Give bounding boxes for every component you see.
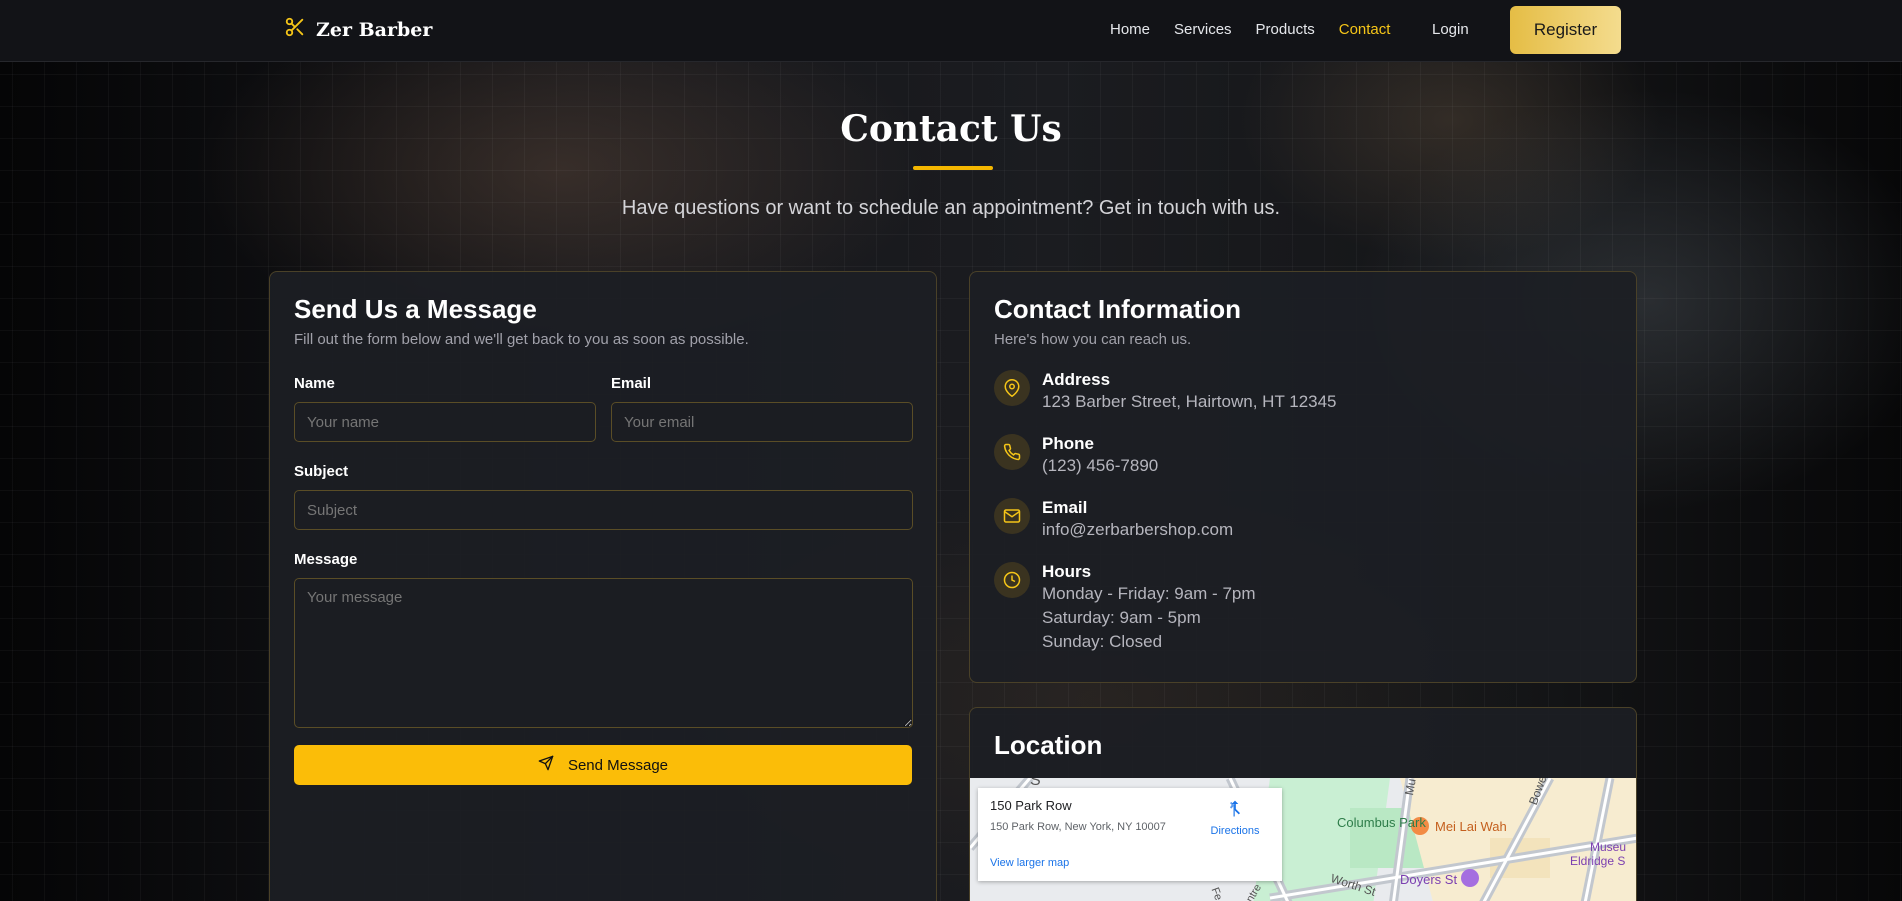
mail-icon	[994, 498, 1030, 534]
map-place-address: 150 Park Row, New York, NY 10007	[990, 821, 1166, 833]
clock-icon	[994, 562, 1030, 598]
map-label-eldridge: Eldridge S	[1570, 854, 1626, 868]
email-label: Email	[611, 375, 652, 392]
form-subtitle: Fill out the form below and we'll get ba…	[294, 331, 749, 348]
info-item-email: Email info@zerbarbershop.com	[994, 498, 1233, 542]
subject-input[interactable]	[294, 490, 913, 530]
map-info-popup: 150 Park Row 150 Park Row, New York, NY …	[978, 788, 1282, 881]
email-value[interactable]: info@zerbarbershop.com	[1042, 518, 1233, 542]
page-subtitle: Have questions or want to schedule an ap…	[621, 197, 1281, 219]
email-info-label: Email	[1042, 498, 1088, 517]
address-value: 123 Barber Street, Hairtown, HT 12345	[1042, 392, 1337, 411]
directions-icon	[1230, 800, 1240, 817]
hours-weekdays: Monday - Friday: 9am - 7pm	[1042, 584, 1256, 603]
location-card: Location Columbus Park Mei Lai Wah Doyer…	[969, 707, 1637, 901]
brand-name: Zer Barber	[316, 18, 433, 41]
top-navbar: Zer Barber Home Services Products Contac…	[0, 0, 1902, 62]
address-label: Address	[1042, 370, 1111, 389]
info-title: Contact Information	[994, 294, 1241, 324]
location-title: Location	[994, 730, 1103, 760]
login-link[interactable]: Login	[1432, 21, 1469, 38]
map-label-mei-lai-wah: Mei Lai Wah	[1435, 819, 1507, 834]
scissors-icon	[284, 16, 306, 43]
send-icon	[538, 755, 554, 775]
send-message-label: Send Message	[567, 756, 669, 774]
nav-services[interactable]: Services	[1174, 21, 1232, 38]
register-button[interactable]: Register	[1510, 6, 1621, 54]
message-label: Message	[294, 551, 358, 568]
phone-value[interactable]: (123) 456-7890	[1042, 454, 1158, 478]
subject-label: Subject	[294, 463, 349, 480]
nav-contact[interactable]: Contact	[1339, 21, 1391, 38]
nav-home[interactable]: Home	[1110, 21, 1150, 38]
phone-label: Phone	[1042, 434, 1094, 453]
nav-products[interactable]: Products	[1256, 21, 1315, 38]
map-pin-icon	[994, 370, 1030, 406]
hours-label: Hours	[1042, 562, 1092, 581]
hours-saturday: Saturday: 9am - 5pm	[1042, 608, 1201, 627]
contact-form-card: Send Us a Message Fill out the form belo…	[269, 271, 937, 901]
title-underline	[913, 166, 993, 170]
name-label: Name	[294, 375, 335, 392]
brand-logo[interactable]: Zer Barber	[284, 16, 432, 43]
directions-label: Directions	[1210, 825, 1260, 837]
page-title: Contact Us	[840, 108, 1062, 150]
map-label-park: Columbus Park	[1337, 815, 1426, 830]
contact-info-card: Contact Information Here's how you can r…	[969, 271, 1637, 683]
name-input[interactable]	[294, 402, 596, 442]
nav-links: Home Services Products Contact	[1110, 21, 1390, 38]
map-label-museum: Museu	[1590, 840, 1627, 854]
info-item-hours: Hours Monday - Friday: 9am - 7pm Saturda…	[994, 562, 1256, 654]
embedded-map[interactable]: Columbus Park Mei Lai Wah Doyers St Bowe…	[970, 778, 1636, 901]
message-textarea[interactable]	[294, 578, 913, 728]
map-directions-button[interactable]: Directions	[1200, 799, 1270, 837]
map-label-mu: Mu	[1401, 778, 1419, 797]
info-item-phone: Phone (123) 456-7890	[994, 434, 1158, 478]
send-message-button[interactable]: Send Message	[294, 745, 912, 785]
info-item-address: Address 123 Barber Street, Hairtown, HT …	[994, 370, 1337, 414]
hours-sunday: Sunday: Closed	[1042, 632, 1163, 651]
map-label-doyers: Doyers St	[1400, 872, 1458, 887]
view-larger-map-link[interactable]: View larger map	[990, 857, 1069, 869]
map-place-name: 150 Park Row	[990, 798, 1072, 813]
info-subtitle: Here's how you can reach us.	[994, 331, 1192, 348]
form-title: Send Us a Message	[294, 294, 537, 324]
phone-icon	[994, 434, 1030, 470]
email-input[interactable]	[611, 402, 913, 442]
